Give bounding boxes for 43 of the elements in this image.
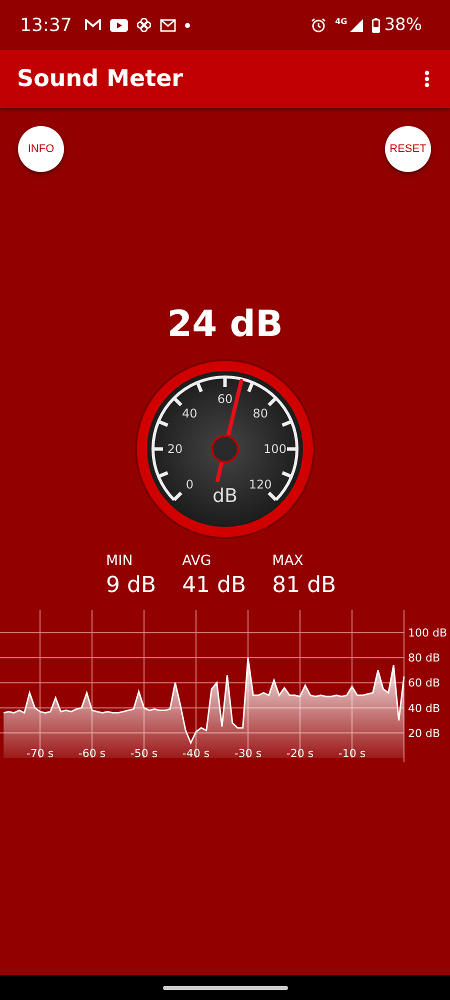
more-menu-icon[interactable] — [424, 70, 430, 88]
x-axis-label: -40 s — [182, 747, 210, 760]
alarm-icon — [311, 18, 326, 32]
x-axis-label: -50 s — [130, 747, 158, 760]
home-gesture-handle[interactable] — [162, 986, 288, 990]
video-icon — [110, 18, 128, 32]
battery-icon — [372, 18, 380, 32]
dot-icon — [184, 22, 190, 28]
gauge-scale-label: 20 — [167, 442, 183, 456]
stat-value: 9 dB — [106, 573, 156, 598]
gauge-scale-label: 60 — [217, 392, 233, 406]
x-axis-label: -20 s — [286, 747, 314, 760]
info-button[interactable]: INFO — [18, 126, 64, 172]
gauge-scale-label: 40 — [182, 406, 198, 421]
x-axis-label: -70 s — [26, 747, 54, 760]
x-axis-label: -30 s — [234, 747, 262, 760]
stat-label: MIN — [106, 553, 134, 569]
reset-button[interactable]: RESET — [385, 126, 431, 172]
network-type: 4G — [335, 17, 348, 26]
gauge-scale-label: 80 — [252, 406, 268, 421]
stat-value: 81 dB — [272, 573, 336, 598]
mail-icon — [84, 19, 101, 31]
gauge-scale-label: 120 — [248, 477, 272, 492]
stat-value: 41 dB — [182, 573, 246, 598]
x-axis-label: -60 s — [78, 747, 106, 760]
sound-level-reading: 24 dB — [166, 304, 284, 345]
gauge-scale-label: 100 — [264, 442, 286, 456]
gauge-unit: dB — [212, 485, 238, 507]
clock: 13:37 — [20, 14, 72, 36]
app-title: Sound Meter — [17, 66, 184, 92]
stat-label: MAX — [272, 553, 304, 569]
y-axis-label: 60 dB — [408, 676, 440, 690]
y-axis-label: 80 dB — [408, 652, 440, 665]
stat-label: AVG — [182, 553, 212, 569]
signal-icon — [350, 18, 364, 32]
y-axis-label: 20 dB — [408, 726, 440, 740]
envelope-icon — [160, 18, 176, 32]
y-axis-label: 40 dB — [408, 702, 440, 715]
y-axis-label: 100 dB — [408, 626, 448, 640]
battery-percent: 38% — [384, 15, 422, 35]
pinwheel-icon — [136, 18, 151, 32]
gauge-scale-label: 0 — [186, 477, 194, 492]
x-axis-label: -10 s — [338, 747, 366, 760]
